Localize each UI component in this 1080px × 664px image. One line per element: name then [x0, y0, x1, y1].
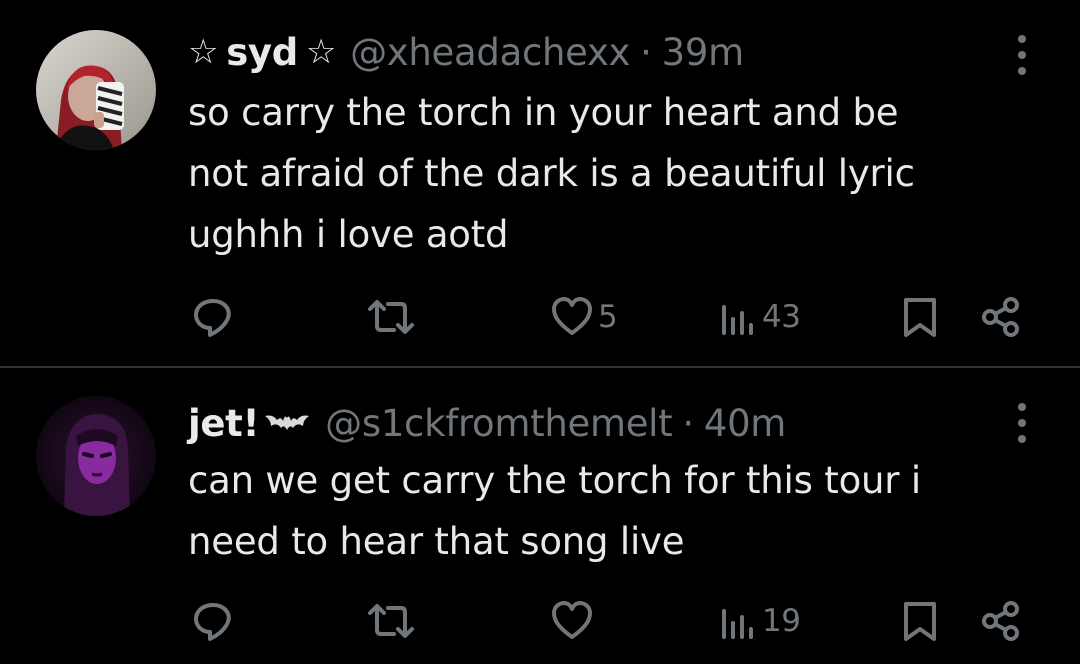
post-text-line: not afraid of the dark is a beautiful ly…	[188, 152, 915, 195]
post-text: can we get carry the torch for this tour…	[188, 450, 1048, 572]
share-button[interactable]	[978, 596, 1024, 646]
post-text-line: need to hear that song live	[188, 520, 685, 563]
display-name-text: syd	[226, 30, 298, 74]
views-button[interactable]: 43	[718, 292, 801, 342]
timestamp[interactable]: 40m	[704, 402, 787, 445]
bookmark-icon	[904, 602, 936, 641]
post-text-line: so carry the torch in your heart and be	[188, 91, 899, 134]
reply-icon	[194, 603, 231, 641]
star-icon: ☆	[305, 32, 337, 72]
views-icon	[722, 609, 753, 639]
reply-button[interactable]	[190, 292, 236, 342]
post-header: jet! @s1ckfromthemelt · 40m	[188, 398, 786, 448]
timestamp[interactable]: 39m	[662, 31, 745, 74]
views-icon	[722, 305, 753, 335]
like-count: 5	[598, 299, 618, 335]
repost-icon	[368, 604, 414, 638]
user-handle[interactable]: @xheadachexx	[350, 31, 630, 74]
avatar[interactable]	[36, 30, 156, 150]
post-text-line: can we get carry the torch for this tour…	[188, 459, 921, 502]
action-bar: 5 43	[0, 292, 1080, 342]
post[interactable]: jet! @s1ckfromthemelt · 40m can we get c…	[0, 368, 1080, 664]
user-handle[interactable]: @s1ckfromthemelt	[325, 402, 673, 445]
repost-button[interactable]	[366, 596, 416, 646]
views-button[interactable]: 19	[718, 596, 801, 646]
reply-icon	[194, 299, 231, 337]
post[interactable]: ☆ syd ☆ @xheadachexx · 39m so carry the …	[0, 0, 1080, 366]
heart-icon	[552, 297, 592, 335]
bookmark-icon	[904, 298, 936, 337]
display-name[interactable]: jet!	[188, 402, 311, 445]
view-count: 43	[762, 299, 801, 335]
bat-icon	[263, 402, 311, 445]
bookmark-button[interactable]	[900, 596, 940, 646]
bookmark-button[interactable]	[900, 292, 940, 342]
separator-dot: ·	[682, 401, 694, 445]
post-text: so carry the torch in your heart and be …	[188, 82, 1048, 265]
display-name[interactable]: ☆ syd ☆	[188, 31, 336, 74]
more-vertical-icon[interactable]	[1008, 400, 1036, 446]
action-bar: 19	[0, 596, 1080, 646]
post-header: ☆ syd ☆ @xheadachexx · 39m	[188, 27, 744, 77]
repost-icon	[368, 300, 414, 334]
repost-button[interactable]	[366, 292, 416, 342]
more-vertical-icon[interactable]	[1008, 32, 1036, 78]
share-icon	[982, 601, 1019, 641]
reply-button[interactable]	[190, 596, 236, 646]
like-button[interactable]: 5	[550, 292, 618, 342]
like-button[interactable]	[550, 596, 598, 646]
share-button[interactable]	[978, 292, 1024, 342]
star-icon: ☆	[188, 32, 219, 72]
post-text-line: ughhh i love aotd	[188, 213, 509, 256]
avatar[interactable]	[36, 396, 156, 516]
heart-icon	[552, 601, 592, 639]
separator-dot: ·	[640, 30, 652, 74]
share-icon	[982, 297, 1019, 337]
display-name-text: jet!	[188, 401, 260, 445]
view-count: 19	[762, 603, 801, 639]
